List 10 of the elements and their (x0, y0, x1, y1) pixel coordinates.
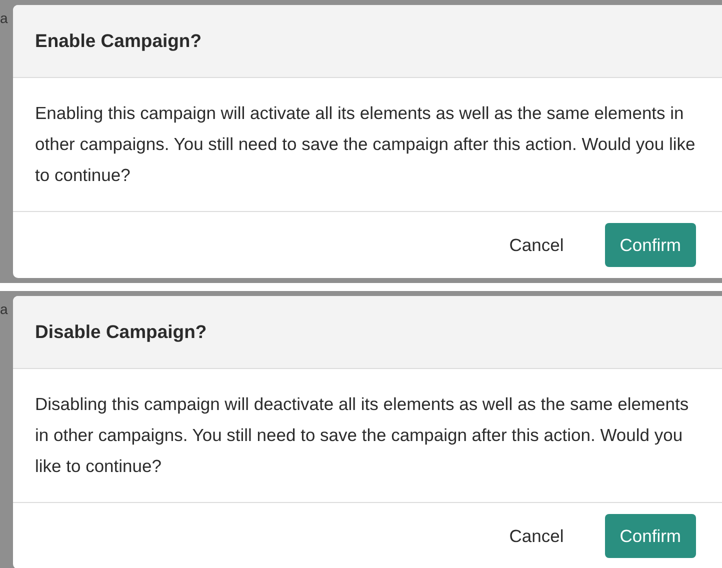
dialog-title: Disable Campaign? (35, 321, 207, 343)
confirm-button[interactable]: Confirm (604, 514, 696, 558)
cancel-button[interactable]: Cancel (494, 223, 579, 267)
dialog-message: Enabling this campaign will activate all its elements as well as the same elements in other campaigns. You still need to save the campaign after this action. Would you like to continue? (35, 102, 696, 187)
background-text: a (0, 11, 8, 25)
dialog-title: Enable Campaign? (35, 30, 202, 52)
cancel-button[interactable]: Cancel (494, 514, 579, 558)
dialog-message: Disabling this campaign will deactivate all its elements as well as the same elements in other campaigns. You still need to save the campaign after this action. Would you like to continue? (35, 393, 690, 478)
background-text: a (0, 302, 8, 316)
confirm-button[interactable]: Confirm (604, 223, 696, 267)
